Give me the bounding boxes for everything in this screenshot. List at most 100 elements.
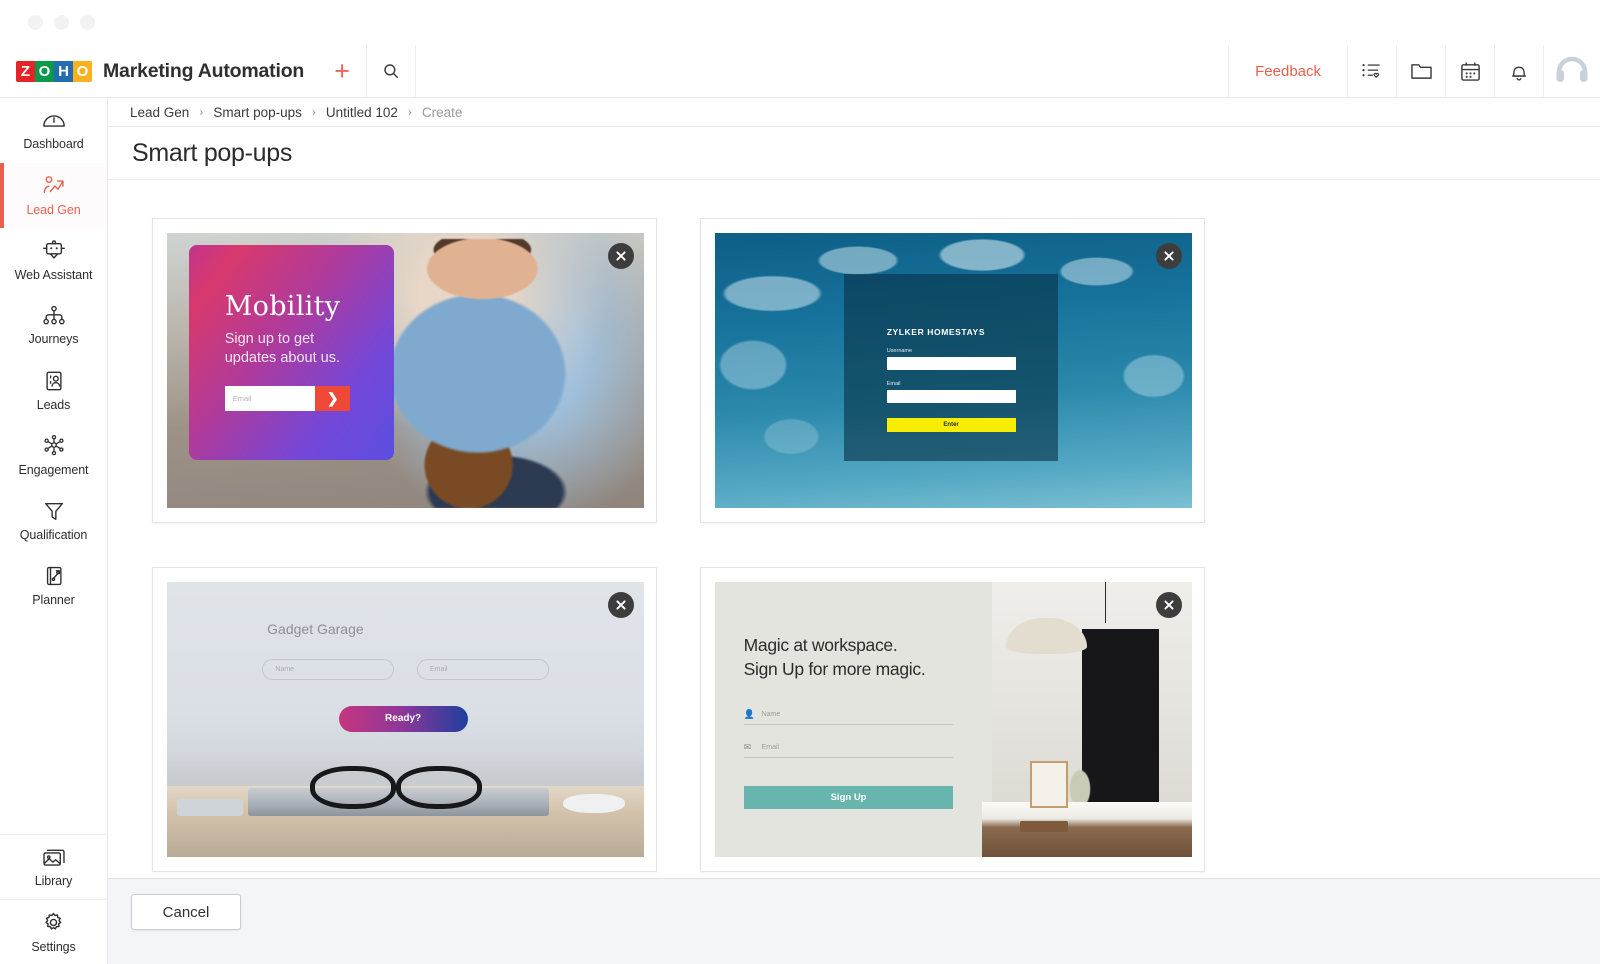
logo-letter-h: H [54,60,73,82]
zoho-logo: Z O H O [16,60,92,82]
sidebar-label: Qualification [19,527,88,542]
bell-icon [1512,66,1526,81]
photo-counter [982,802,1192,857]
card-close-button[interactable] [608,243,634,269]
feedback-button[interactable]: Feedback [1229,63,1347,80]
person-icon: 👤 [743,709,755,720]
support-avatar-icon [1556,56,1588,82]
arrow-right-icon[interactable]: ❯ [315,385,351,411]
sidebar-label: Engagement [18,463,89,477]
divider [415,44,417,98]
popup-submit-button[interactable]: Sign Up [743,785,954,809]
template-card-magic-workspace[interactable]: Magic at workspace. Sign Up for more mag… [700,567,1205,872]
popup-email-input[interactable]: Email [224,385,316,411]
sidebar-item-qualification[interactable]: Qualification [0,488,107,553]
sidebar-label: Web Assistant [14,267,93,282]
cancel-button[interactable]: Cancel [131,894,241,930]
breadcrumb-item-untitled[interactable]: Untitled 102 [326,105,398,120]
popup-email-input[interactable]: Email [416,659,549,680]
add-button[interactable]: + [318,45,366,98]
calendar-icon [1460,62,1480,81]
close-icon [1164,600,1174,610]
popup-email-placeholder: Email [761,744,780,752]
close-icon [616,600,626,610]
checklist-heart-icon [1362,63,1380,78]
window-close-dot[interactable] [28,15,43,30]
qualification-icon [44,502,63,520]
popup-subheading: Sign up to get updates about us. [224,330,340,366]
sidebar-item-settings[interactable]: Settings [0,899,107,964]
sidebar-item-lead-gen[interactable]: Lead Gen [0,163,107,228]
breadcrumb-separator: › [311,105,316,119]
page-title: Smart pop-ups [132,138,293,167]
window-minimize-dot[interactable] [54,15,69,30]
search-button[interactable] [367,45,415,98]
support-avatar-button[interactable] [1544,45,1600,98]
photo-glasses [310,766,482,810]
popup-heading: Magic at workspace. Sign Up for more mag… [743,635,926,679]
template-preview: Mobility Sign up to get updates about us… [167,233,644,508]
mail-icon: ✉ [743,742,752,753]
sidebar-item-engagement[interactable]: Engagement [0,423,107,488]
sidebar-label: Leads [36,397,71,412]
sidebar-label: Journeys [28,332,79,346]
popup-name-input[interactable]: Name [262,659,395,680]
window-chrome [0,0,1600,45]
popup-name-placeholder: Name [761,711,781,719]
sidebar-item-journeys[interactable]: Journeys [0,293,107,358]
breadcrumb-item-lead-gen[interactable]: Lead Gen [130,105,189,120]
popup-name-input[interactable]: 👤 Name [743,709,954,726]
popup-heading: Mobility [224,290,341,322]
photo-lamp-cord [1104,582,1107,624]
brand-block[interactable]: Z O H O Marketing Automation [0,60,304,83]
sidebar-label: Planner [32,592,75,607]
photo-phone [176,799,244,816]
leads-icon [45,371,62,390]
close-icon [1164,251,1174,261]
popup-submit-button[interactable]: Enter [886,417,1016,432]
sidebar-item-planner[interactable]: Planner [0,553,107,618]
notifications-button[interactable] [1495,45,1543,98]
popup-email-input[interactable] [886,389,1016,403]
popup-heading: Gadget Garage [267,620,364,637]
appbar-right-group: Feedback [1228,44,1600,98]
sidebar-item-web-assistant[interactable]: Web Assistant [0,228,107,293]
sidebar-item-library[interactable]: Library [0,834,107,899]
card-close-button[interactable] [1156,592,1182,618]
breadcrumb-separator: › [407,105,412,119]
web-assistant-icon [42,239,65,259]
settings-icon [45,912,62,930]
calendar-button[interactable] [1446,45,1494,98]
photo-person [376,238,606,508]
popup-username-input[interactable] [886,356,1016,370]
logo-letter-o1: O [35,60,54,82]
template-preview: ZYLKER HOMESTAYS Username Email Enter [715,233,1192,508]
popup-field-label-username: Username [886,347,913,354]
sidebar: Dashboard Lead Gen Web Assistant Journey… [0,98,108,964]
sidebar-label: Dashboard [23,137,84,151]
sidebar-item-dashboard[interactable]: Dashboard [0,98,107,163]
template-card-mobility[interactable]: Mobility Sign up to get updates about us… [152,218,657,523]
window-maximize-dot[interactable] [80,15,95,30]
template-card-gadget-garage[interactable]: Gadget Garage Name Email Ready? [152,567,657,872]
popup-email-input[interactable]: ✉ Email [743,742,954,759]
breadcrumb-item-smart-popups[interactable]: Smart pop-ups [213,105,302,120]
card-close-button[interactable] [608,592,634,618]
popup-form-row: Email ❯ [224,385,351,411]
page-header: Smart pop-ups [108,127,1600,180]
breadcrumb-separator: › [199,105,204,119]
photo-plant [1063,758,1097,802]
popup-field-label-email: Email [886,380,901,387]
template-preview: Magic at workspace. Sign Up for more mag… [715,582,1192,857]
popup-submit-button[interactable]: Ready? [338,705,468,732]
logo-letter-o2: O [73,60,92,82]
sidebar-label: Lead Gen [26,202,81,217]
template-card-zylker-homestays[interactable]: ZYLKER HOMESTAYS Username Email Enter [700,218,1205,523]
checklist-button[interactable] [1348,45,1396,98]
folder-button[interactable] [1397,45,1445,98]
card-close-button[interactable] [1156,243,1182,269]
popup-form-row: Name Email [262,659,549,680]
sidebar-item-leads[interactable]: Leads [0,358,107,423]
template-preview: Gadget Garage Name Email Ready? [167,582,644,857]
